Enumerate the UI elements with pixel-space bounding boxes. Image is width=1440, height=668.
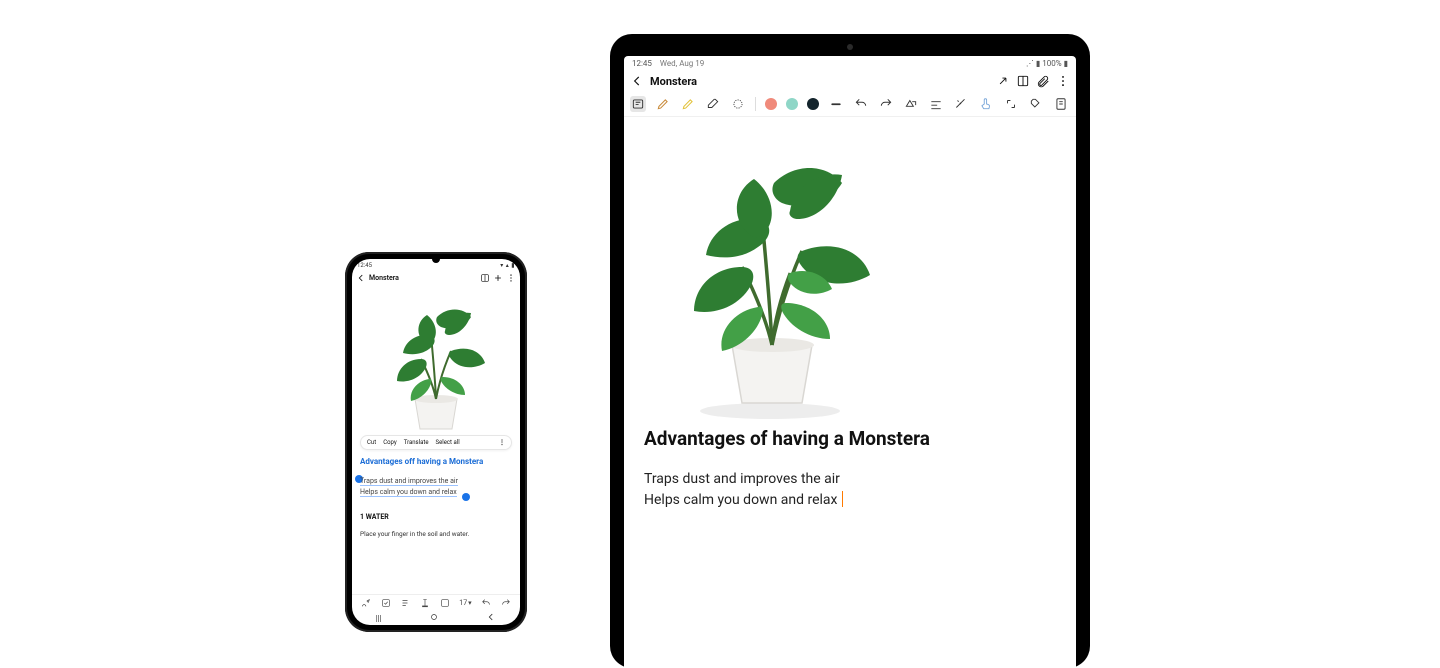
- selected-heading[interactable]: Advantages off having a Monstera: [360, 457, 483, 466]
- finger-draw-icon[interactable]: [978, 96, 994, 112]
- reader-mode-icon[interactable]: [1016, 74, 1030, 88]
- phone-screen: 12:45 ▾ ▴ ▮ Monstera: [352, 259, 520, 625]
- plant-image: [662, 123, 882, 427]
- context-translate[interactable]: Translate: [404, 439, 429, 446]
- stroke-width-tool[interactable]: [828, 96, 844, 112]
- expand-icon[interactable]: [996, 74, 1010, 88]
- phone-format-toolbar: 17▾: [352, 594, 520, 611]
- tablet-camera: [847, 44, 853, 50]
- eraser-tool[interactable]: [705, 96, 721, 112]
- align-icon[interactable]: [928, 96, 944, 112]
- tablet-battery-text: 100%: [1042, 59, 1061, 68]
- font-color-icon[interactable]: [420, 598, 430, 608]
- text-bg-icon[interactable]: [440, 598, 450, 608]
- highlighter-tool[interactable]: [680, 96, 696, 112]
- redo-icon[interactable]: [501, 598, 511, 608]
- back-icon[interactable]: [356, 273, 366, 283]
- phone-note-header: Monstera: [352, 271, 520, 285]
- selection-handle-end[interactable]: [462, 493, 470, 501]
- add-icon[interactable]: [493, 273, 503, 283]
- color-swatch-3[interactable]: [807, 98, 819, 110]
- tablet-screen: 12:45 Wed, Aug 19 ⋰ ▮ 100% ▮ Monstera: [624, 56, 1076, 668]
- lasso-tool[interactable]: [730, 96, 746, 112]
- text-tool[interactable]: [630, 96, 646, 112]
- tablet-status-bar: 12:45 Wed, Aug 19 ⋰ ▮ 100% ▮: [624, 56, 1076, 70]
- easy-writing-icon[interactable]: [1053, 96, 1069, 112]
- tablet-status-right: ⋰ ▮ 100% ▮: [1026, 59, 1068, 68]
- context-more-icon[interactable]: ⋮: [499, 439, 505, 446]
- tablet-drawing-toolbar: [624, 92, 1076, 117]
- tablet-note-title: Monstera: [650, 75, 990, 88]
- back-button[interactable]: [486, 612, 496, 624]
- recents-button[interactable]: |||: [376, 614, 382, 623]
- text-context-menu: Cut Copy Translate Select all ⋮: [360, 435, 512, 450]
- redo-icon[interactable]: [878, 96, 894, 112]
- color-swatch-2[interactable]: [786, 98, 798, 110]
- note-heading[interactable]: Advantages of having a Monstera: [644, 427, 930, 450]
- pen-tool[interactable]: [655, 96, 671, 112]
- shape-convert-icon[interactable]: [903, 96, 919, 112]
- phone-canvas[interactable]: Cut Copy Translate Select all ⋮ Advantag…: [352, 285, 520, 594]
- more-icon[interactable]: [506, 273, 516, 283]
- selected-line-2[interactable]: Helps calm you down and relax: [360, 488, 457, 497]
- context-cut[interactable]: Cut: [367, 439, 376, 446]
- context-copy[interactable]: Copy: [383, 439, 397, 446]
- font-size-value: 17: [459, 599, 467, 607]
- section-header[interactable]: 1 WATER: [360, 513, 389, 521]
- home-button[interactable]: [429, 612, 439, 624]
- tablet-status-date: Wed, Aug 19: [660, 59, 704, 68]
- handwriting-icon[interactable]: [361, 598, 371, 608]
- phone-note-title: Monstera: [369, 274, 477, 282]
- tablet-device: 12:45 Wed, Aug 19 ⋰ ▮ 100% ▮ Monstera: [610, 34, 1090, 668]
- selected-line-1[interactable]: Traps dust and improves the air: [360, 477, 458, 486]
- note-line-1[interactable]: Traps dust and improves the air: [644, 471, 840, 487]
- context-select-all[interactable]: Select all: [436, 439, 460, 446]
- zoom-lock-icon[interactable]: [1003, 96, 1019, 112]
- phone-status-right-icons: ▾ ▴ ▮: [500, 262, 515, 269]
- back-icon[interactable]: [630, 74, 644, 88]
- reader-mode-icon[interactable]: [480, 273, 490, 283]
- note-line-2[interactable]: Helps calm you down and relax: [644, 491, 843, 508]
- text-cursor: [842, 491, 844, 507]
- stage: 12:45 ▾ ▴ ▮ Monstera: [0, 0, 1440, 668]
- section-body[interactable]: Place your finger in the soil and water.: [360, 530, 469, 538]
- plant-image: [381, 287, 491, 441]
- phone-status-time: 12:45: [357, 262, 372, 269]
- tablet-canvas[interactable]: Advantages of having a Monstera Traps du…: [624, 117, 1076, 668]
- straighten-icon[interactable]: [953, 96, 969, 112]
- note-line-2-text: Helps calm you down and relax: [644, 492, 838, 508]
- phone-camera-notch: [432, 255, 440, 263]
- attach-icon[interactable]: [1036, 74, 1050, 88]
- phone-device: 12:45 ▾ ▴ ▮ Monstera: [345, 252, 527, 632]
- checkbox-icon[interactable]: [381, 598, 391, 608]
- tablet-note-header: Monstera: [624, 70, 1076, 92]
- undo-icon[interactable]: [481, 598, 491, 608]
- tablet-status-time: 12:45: [632, 59, 652, 68]
- styles-icon[interactable]: [1028, 96, 1044, 112]
- more-icon[interactable]: [1056, 74, 1070, 88]
- font-size-control[interactable]: 17▾: [459, 599, 471, 607]
- toolbar-divider: [755, 97, 756, 111]
- undo-icon[interactable]: [853, 96, 869, 112]
- color-swatch-1[interactable]: [765, 98, 777, 110]
- phone-system-nav: |||: [352, 611, 520, 625]
- text-style-icon[interactable]: [400, 598, 410, 608]
